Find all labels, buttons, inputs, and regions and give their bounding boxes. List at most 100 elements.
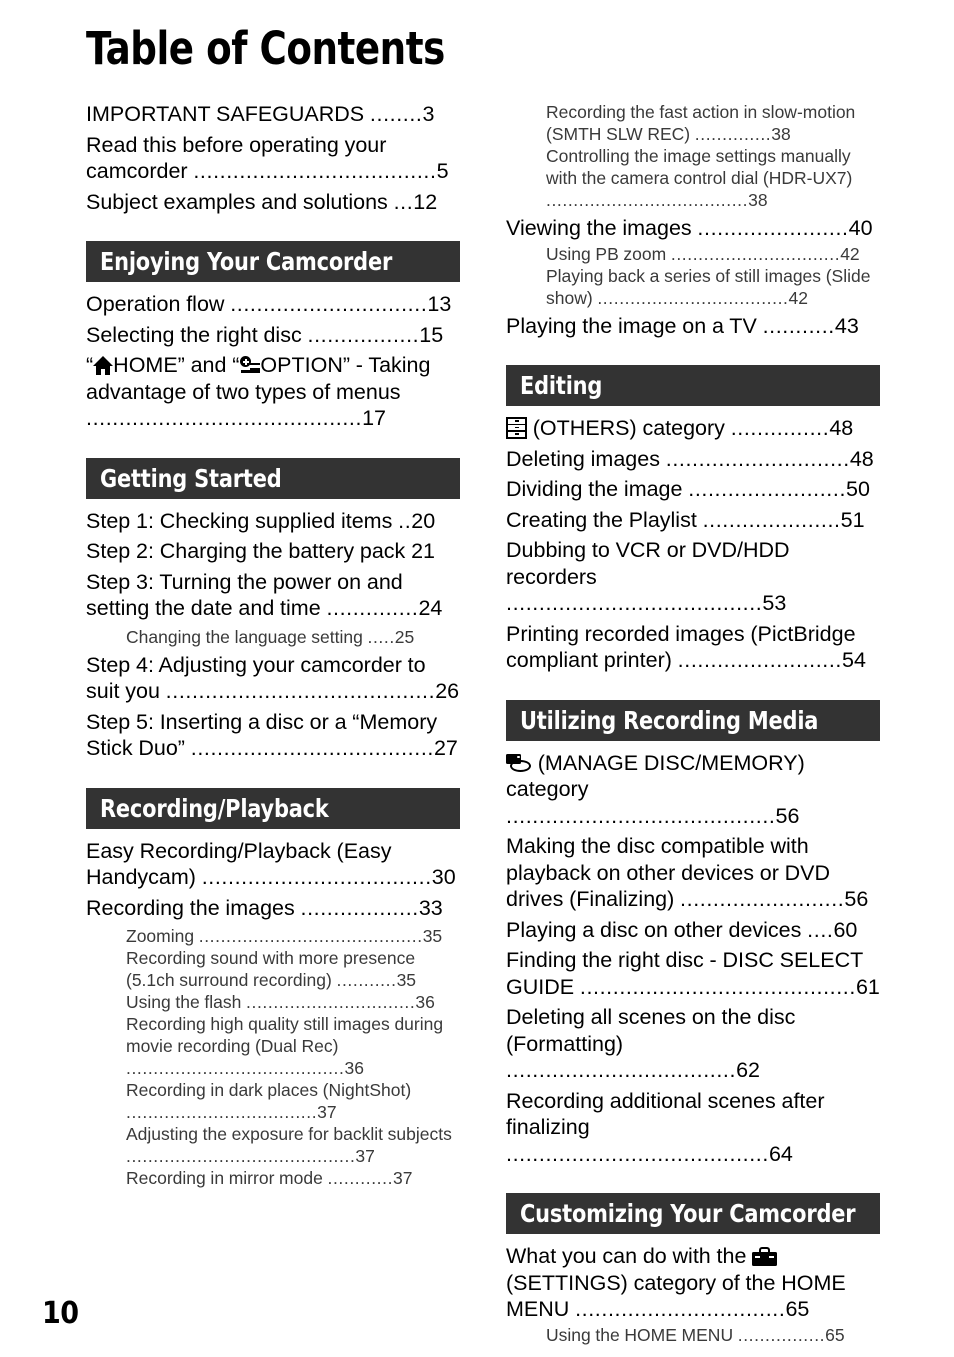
toc-entry-home-option[interactable]: “HOME” and “OPTION” - Taking advantage o… [86, 352, 460, 432]
toc-entry[interactable]: Step 2: Charging the battery pack 21 [86, 538, 460, 565]
toc-entry-page: 48 [849, 446, 874, 471]
toc-subentry[interactable]: Zooming ................................… [126, 925, 460, 947]
leader-dots: ....................................... [506, 591, 763, 615]
leader-dots: ................................... [597, 287, 789, 308]
toc-subentry[interactable]: Recording sound with more presence (5.1c… [126, 947, 460, 991]
toc-entry-label: Adjusting the exposure for backlit subje… [126, 1124, 452, 1144]
toc-entry-page: 20 [411, 508, 436, 533]
toc-entry-page: 25 [394, 626, 415, 647]
toc-subentry[interactable]: Using the flash ........................… [126, 991, 460, 1013]
toc-entry[interactable]: Dividing the image .....................… [506, 476, 880, 503]
leader-dots: ........................................… [506, 803, 776, 828]
toc-entry-manage-disc-memory[interactable]: (MANAGE DISC/MEMORY) category ..........… [506, 750, 880, 830]
toc-entry-label: Using the HOME MENU [546, 1324, 738, 1345]
toc-entry[interactable]: Viewing the images .....................… [506, 215, 880, 242]
toc-entry-page: 42 [788, 287, 808, 308]
toc-entry-label: “ [86, 353, 94, 377]
toc-entry[interactable]: Creating the Playlist ..................… [506, 507, 880, 534]
toc-entry-label: Dividing the image [506, 477, 689, 501]
toc-subentry[interactable]: Recording high quality still images duri… [126, 1013, 460, 1079]
toc-entry-page: 54 [842, 648, 866, 672]
toc-entry-settings-category[interactable]: What you can do with the (SETTINGS) cate… [506, 1243, 880, 1323]
section-header-customizing-your-camcorder: Customizing Your Camcorder [506, 1193, 880, 1234]
toc-entry-label: Dubbing to VCR or DVD/HDD recorders [506, 538, 790, 589]
toc-entry[interactable]: Step 5: Inserting a disc or a “Memory St… [86, 709, 460, 762]
toc-entry-page: 65 [825, 1324, 845, 1345]
leader-dots: ................. [307, 322, 420, 347]
leader-dots: ................................ [575, 1297, 786, 1321]
toc-subentry[interactable]: Playing back a series of still images (S… [546, 265, 880, 309]
section-header-label: Customizing Your Camcorder [520, 1199, 856, 1228]
toc-subentry[interactable]: Using PB zoom ..........................… [546, 243, 880, 265]
toc-entry[interactable]: Step 4: Adjusting your camcorder to suit… [86, 652, 460, 705]
toc-entry-page: 50 [846, 477, 870, 501]
toc-entry[interactable]: Playing a disc on other devices ....60 [506, 917, 880, 944]
toc-entry-page: 56 [844, 887, 869, 911]
toc-entry-page: 35 [396, 970, 417, 990]
leader-dots: .............. [694, 124, 772, 144]
toc-left-column: IMPORTANT SAFEGUARDS ........3 Read this… [86, 101, 460, 1193]
toc-entry[interactable]: Selecting the right disc ...............… [86, 322, 460, 349]
toc-entry[interactable]: Operation flow .........................… [86, 291, 460, 318]
toc-entry-page: 24 [418, 596, 443, 620]
leader-dots: .............. [326, 596, 419, 620]
leader-dots: ................ [737, 1324, 826, 1345]
toc-entry-page: 51 [840, 507, 865, 532]
toc-entry-page: 37 [393, 1168, 413, 1188]
toc-entry-page: 65 [785, 1297, 810, 1321]
toc-entry[interactable]: IMPORTANT SAFEGUARDS ........3 [86, 101, 460, 128]
leader-dots: ..................................... [190, 736, 434, 760]
toc-entry[interactable]: Recording additional scenes after finali… [506, 1088, 880, 1168]
toc-subentry[interactable]: Recording in mirror mode ............37 [126, 1167, 460, 1189]
leader-dots: ..................................... [193, 159, 437, 183]
leader-dots: ........................................ [126, 1058, 345, 1078]
toc-entry-page: 53 [762, 591, 787, 615]
toc-entry-page: 37 [355, 1146, 375, 1166]
toc-entry-label: Deleting images [506, 446, 666, 471]
toc-entry[interactable]: Making the disc compatible with playback… [506, 833, 880, 913]
section-header-utilizing-recording-media: Utilizing Recording Media [506, 699, 880, 741]
toc-subentry[interactable]: Recording the fast action in slow-motion… [546, 101, 880, 145]
toc-entry-others-category[interactable]: (OTHERS) category ...............48 [506, 415, 880, 442]
toc-entry[interactable]: Printing recorded images (PictBridge com… [506, 621, 880, 674]
toc-entry-page: 48 [829, 416, 854, 440]
toc-entry[interactable]: Step 3: Turning the power on and setting… [86, 569, 460, 622]
leader-dots: ........... [336, 970, 397, 990]
toc-subentry[interactable]: Controlling the image settings manually … [546, 145, 880, 211]
toc-entry-page: 12 [413, 189, 438, 214]
toc-entry[interactable]: Step 1: Checking supplied items ..20 [86, 508, 460, 535]
toc-entry[interactable]: Dubbing to VCR or DVD/HDD recorders ....… [506, 537, 880, 617]
toc-entry[interactable]: Recording the images ..................3… [86, 895, 460, 922]
toc-entry-label: Recording high quality still images duri… [126, 1014, 444, 1056]
toc-entry-label: Controlling the image settings manually … [546, 146, 853, 188]
toc-entry[interactable]: Subject examples and solutions ...12 [86, 189, 460, 216]
leader-dots: ........................................… [579, 974, 856, 999]
toc-subentry[interactable]: Recording in dark places (NightShot) ...… [126, 1079, 460, 1123]
toc-entry-page: 64 [768, 1141, 793, 1166]
leader-dots: ........ [369, 102, 423, 126]
toc-subentry[interactable]: Changing the language setting .....25 [126, 626, 460, 648]
toc-entry[interactable]: Deleting images ........................… [506, 446, 880, 473]
toc-entry-page: 3 [422, 102, 435, 126]
toc-entry[interactable]: Finding the right disc - DISC SELECT GUI… [506, 947, 880, 1000]
toc-entry-page: 42 [840, 243, 860, 264]
toc-entry[interactable]: Easy Recording/Playback (Easy Handycam) … [86, 838, 460, 891]
toc-entry[interactable]: Read this before operating your camcorde… [86, 132, 460, 185]
section-header-enjoying-your-camcorder: Enjoying Your Camcorder [86, 241, 460, 282]
toc-entry-page: 37 [317, 1102, 337, 1122]
toc-entry-page: 5 [436, 159, 449, 183]
toc-entry-label: Step 1: Checking supplied items [86, 508, 399, 533]
toc-entry[interactable]: Deleting all scenes on the disc (Formatt… [506, 1004, 880, 1084]
toc-entry-page: 56 [775, 803, 800, 828]
toc-entry-label: Selecting the right disc [86, 322, 308, 347]
toc-entry[interactable]: Playing the image on a TV ...........43 [506, 313, 880, 340]
toc-entry-page: 17 [362, 406, 387, 430]
toc-subentry[interactable]: Adjusting the exposure for backlit subje… [126, 1123, 460, 1167]
toc-entry-page: 60 [833, 917, 858, 942]
toc-subentry[interactable]: Using the HOME MENU ................65 [546, 1324, 880, 1346]
leader-dots: ............................... [246, 992, 416, 1012]
section-header-label: Utilizing Recording Media [520, 705, 819, 735]
toc-entry-label: Recording additional scenes after finali… [506, 1088, 825, 1140]
toc-entry-label: Step 2: Charging the battery pack [86, 539, 412, 563]
toc-subentry-group: Using PB zoom ..........................… [506, 243, 880, 309]
